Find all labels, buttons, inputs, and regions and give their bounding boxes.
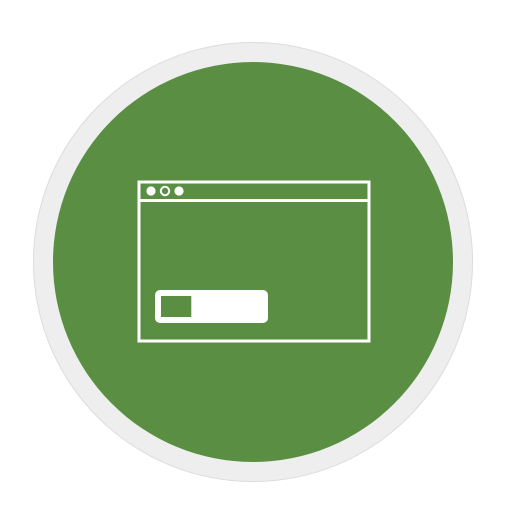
window-dot-2: [159, 185, 171, 197]
progress-bar-fill: [161, 296, 192, 317]
window-dot-3: [174, 186, 184, 196]
window-dot-1: [146, 186, 156, 196]
browser-window-with-progress-bar-icon: [137, 180, 371, 343]
app-icon-stage: [0, 0, 506, 507]
